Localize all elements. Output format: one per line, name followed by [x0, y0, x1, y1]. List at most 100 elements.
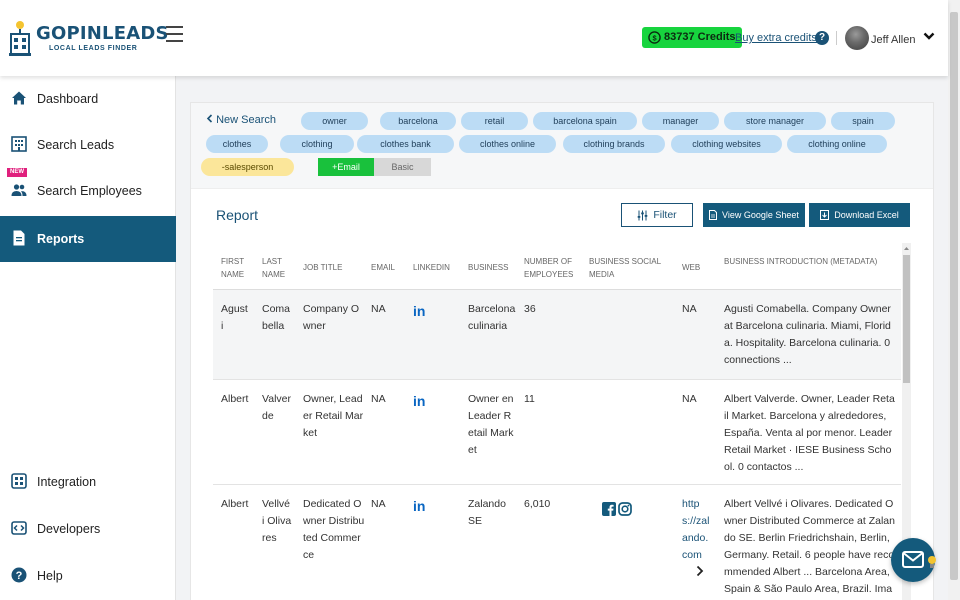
column-header: WEB — [682, 263, 701, 272]
cell-first-name: Albert — [221, 393, 249, 405]
cell-intro: Agusti Comabella. Company Owner at Barce… — [724, 303, 891, 366]
table-scroll-thumb[interactable] — [903, 255, 910, 383]
search-tag[interactable]: spain — [831, 112, 895, 130]
search-tag[interactable]: store manager — [724, 112, 826, 130]
sidebar-item-help[interactable]: ? Help — [0, 553, 176, 599]
mode-basic-toggle[interactable]: Basic — [374, 158, 431, 176]
column-header: BUSINESS SOCIAL MEDIA — [589, 257, 661, 279]
credits-label: 83737 Credits — [664, 31, 736, 43]
column-header: EMAIL — [371, 263, 396, 272]
cell-employees: 36 — [524, 303, 536, 315]
cell-business: Owner en Leader Retail Market — [468, 393, 514, 456]
cell-email: NA — [371, 393, 386, 405]
menu-toggle-icon[interactable] — [166, 26, 183, 42]
filter-label: Filter — [653, 209, 677, 221]
sidebar-item-search-leads[interactable]: Search Leads — [0, 122, 176, 168]
cell-email: NA — [371, 498, 386, 510]
mode-email-toggle[interactable]: +Email — [318, 158, 374, 176]
search-tag[interactable]: manager — [642, 112, 719, 130]
brand-name: GOPINLEADS — [36, 23, 169, 44]
help-icon: ? — [11, 567, 27, 583]
table-row[interactable]: Albert Valverde Owner, Leader Retail Mar… — [213, 380, 901, 485]
page-scroll-thumb[interactable] — [950, 12, 958, 580]
search-tag[interactable]: clothes online — [459, 135, 556, 153]
facebook-icon[interactable] — [602, 502, 616, 516]
sidebar-item-label: Search Employees — [37, 184, 142, 198]
building-icon — [11, 136, 27, 152]
cell-employees: 6,010 — [524, 498, 551, 510]
cell-web: NA — [682, 393, 697, 405]
lightbulb-icon — [928, 556, 936, 568]
sidebar-item-dashboard[interactable]: Dashboard — [0, 76, 176, 122]
search-tag[interactable]: clothes bank — [357, 135, 454, 153]
filter-button[interactable]: Filter — [621, 203, 693, 227]
search-tag[interactable]: clothing websites — [671, 135, 782, 153]
column-header: BUSINESS INTRODUCTION (METADATA) — [724, 257, 878, 266]
column-header: LINKEDIN — [413, 263, 450, 272]
search-tag[interactable]: clothing online — [787, 135, 887, 153]
cell-first-name: Agusti — [221, 303, 248, 332]
search-tag[interactable]: retail — [461, 112, 528, 130]
download-excel-label: Download Excel — [834, 210, 899, 220]
sidebar-item-reports[interactable]: Reports — [0, 216, 176, 262]
svg-text:$: $ — [652, 33, 657, 42]
cell-job-title: Owner, Leader Retail Market — [303, 393, 364, 439]
linkedin-icon[interactable]: in — [413, 394, 427, 408]
linkedin-icon[interactable]: in — [413, 304, 427, 318]
search-tag[interactable]: clothing — [280, 135, 354, 153]
help-question-icon[interactable]: ? — [815, 31, 829, 45]
avatar[interactable] — [845, 26, 869, 50]
column-header: JOB TITLE — [303, 263, 343, 272]
download-excel-button[interactable]: Download Excel — [809, 203, 910, 227]
cell-job-title: Dedicated Owner Distributed Commerce — [303, 498, 365, 561]
search-tag[interactable]: barcelona — [380, 112, 456, 130]
search-tag[interactable]: clothes — [206, 135, 268, 153]
table-row[interactable]: Albert Vellvé i Olivares Dedicated Owner… — [213, 485, 901, 600]
column-header: FIRST NAME — [221, 257, 245, 279]
logo[interactable]: GOPINLEADS LOCAL LEADS FINDER — [9, 20, 168, 60]
search-tag[interactable]: barcelona spain — [533, 112, 637, 130]
search-criteria: New Search owner barcelona retail barcel… — [191, 103, 933, 189]
chevron-right-icon[interactable] — [696, 565, 704, 577]
chevron-left-icon — [206, 114, 213, 123]
sheet-icon — [709, 210, 718, 220]
buy-extra-credits-link[interactable]: Buy extra credits — [735, 32, 817, 44]
chevron-down-icon[interactable] — [923, 30, 935, 42]
cell-web-link[interactable]: https://zalando.com — [682, 496, 712, 564]
svg-text:?: ? — [16, 570, 23, 582]
report-title: Report — [216, 207, 259, 223]
sidebar-item-integration[interactable]: Integration — [0, 459, 176, 505]
new-search-link[interactable]: New Search — [206, 114, 276, 126]
report-table: FIRST NAME LAST NAME JOB TITLE EMAIL LIN… — [213, 243, 911, 600]
document-icon — [13, 230, 25, 246]
column-header: BUSINESS — [468, 263, 509, 272]
table-row[interactable]: Agusti Comabella Company Owner NA in Bar… — [213, 290, 901, 380]
linkedin-icon[interactable]: in — [413, 499, 427, 513]
new-search-label: New Search — [216, 114, 276, 126]
column-header: LAST NAME — [262, 257, 286, 279]
divider — [836, 31, 837, 45]
app-root: GOPINLEADS LOCAL LEADS FINDER $ 83737 Cr… — [0, 0, 960, 600]
sidebar-item-label: Help — [37, 569, 63, 583]
top-bar: GOPINLEADS LOCAL LEADS FINDER $ 83737 Cr… — [0, 0, 948, 76]
search-tag[interactable]: owner — [301, 112, 368, 130]
search-tag-excluded[interactable]: -salesperson — [201, 158, 294, 176]
user-name[interactable]: Jeff Allen — [871, 34, 915, 46]
sidebar-item-label: Integration — [37, 475, 97, 489]
view-google-sheet-button[interactable]: View Google Sheet — [703, 203, 805, 227]
google-sheet-label: View Google Sheet — [722, 210, 799, 220]
search-tag[interactable]: clothing brands — [563, 135, 665, 153]
sidebar-item-search-employees[interactable]: NEW Search Employees — [0, 168, 176, 214]
home-icon — [12, 91, 26, 105]
sidebar-item-label: Search Leads — [37, 138, 115, 152]
people-icon — [11, 184, 27, 196]
coins-icon: $ — [648, 31, 661, 44]
integration-icon — [11, 473, 27, 489]
sidebar-item-label: Developers — [37, 522, 101, 536]
cell-intro: Albert Vellvé i Olivares. Dedicated Owne… — [724, 498, 895, 595]
credits-badge: $ 83737 Credits — [642, 27, 742, 48]
sidebar-item-developers[interactable]: Developers — [0, 506, 176, 552]
scroll-up-arrow-icon[interactable] — [903, 245, 910, 252]
cell-first-name: Albert — [221, 498, 249, 510]
instagram-icon[interactable] — [618, 502, 632, 516]
